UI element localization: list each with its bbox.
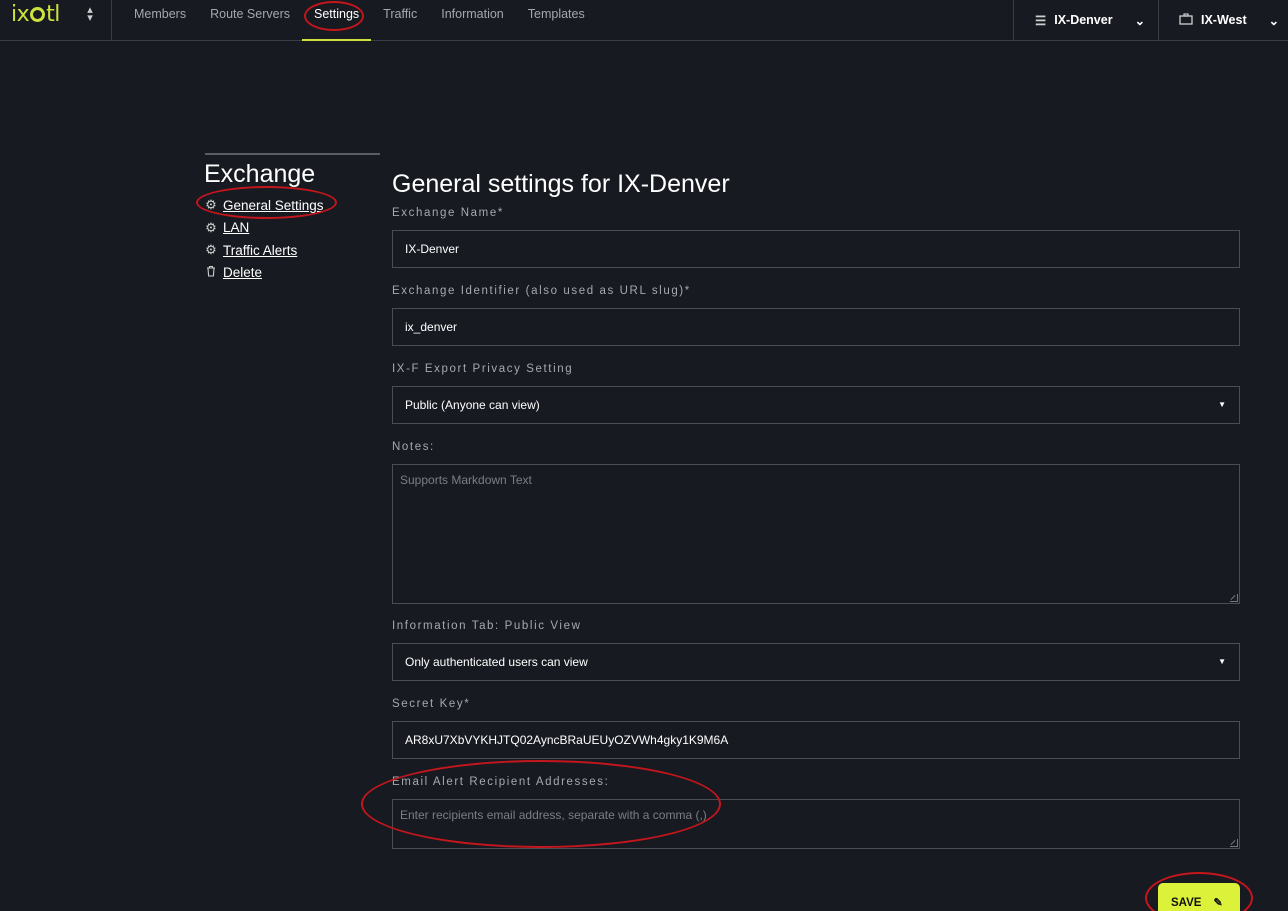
org-selector-label: IX-West [1201, 13, 1247, 27]
email-alert-placeholder: Enter recipients email address, separate… [400, 808, 707, 822]
info-tab-label: Information Tab: Public View [392, 620, 582, 632]
tab-traffic[interactable]: Traffic [371, 0, 429, 40]
sidebar-item-label[interactable]: General Settings [223, 198, 324, 213]
secret-key-label: Secret Key* [392, 698, 471, 710]
notes-textarea[interactable]: Supports Markdown Text [392, 464, 1240, 604]
sidebar-title: Exchange [204, 160, 316, 188]
save-button-label: SAVE [1171, 897, 1202, 909]
logo-text-end: tl [46, 2, 60, 27]
sidebar-item-general-settings[interactable]: ⚙ General Settings [204, 194, 324, 217]
exchange-identifier-label: Exchange Identifier (also used as URL sl… [392, 285, 691, 297]
sidebar-item-delete[interactable]: Delete [204, 262, 324, 285]
logo-ring-icon [30, 7, 46, 22]
ixf-privacy-label: IX-F Export Privacy Setting [392, 363, 574, 375]
page-title: General settings for IX-Denver [392, 170, 730, 198]
tab-information[interactable]: Information [429, 0, 516, 40]
resize-handle-icon[interactable] [1230, 839, 1238, 847]
briefcase-icon [1179, 12, 1193, 28]
exchange-name-input[interactable]: IX-Denver [392, 230, 1240, 268]
tab-templates[interactable]: Templates [516, 0, 597, 40]
gear-icon: ⚙ [205, 197, 217, 213]
ixf-privacy-select[interactable]: Public (Anyone can view) ▼ [392, 386, 1240, 424]
nav-divider [1158, 0, 1159, 40]
list-icon: ☰ [1035, 13, 1047, 28]
nav-divider [1013, 0, 1014, 40]
info-tab-select[interactable]: Only authenticated users can view ▼ [392, 643, 1240, 681]
exchange-selector-label: IX-Denver [1054, 13, 1113, 27]
sidebar-item-traffic-alerts[interactable]: ⚙ Traffic Alerts [204, 239, 324, 262]
exchange-identifier-input[interactable]: ix_denver [392, 308, 1240, 346]
tab-members[interactable]: Members [122, 0, 198, 40]
sidebar-item-label[interactable]: Delete [223, 265, 262, 280]
trash-icon [204, 265, 218, 280]
info-tab-value: Only authenticated users can view [405, 655, 588, 669]
email-alert-textarea[interactable]: Enter recipients email address, separate… [392, 799, 1240, 849]
sidebar-item-lan[interactable]: ⚙ LAN [204, 217, 324, 240]
nav-divider [111, 0, 112, 40]
app-switcher-icon[interactable]: ▴ ▾ [82, 5, 98, 24]
gear-icon: ⚙ [205, 242, 217, 258]
tab-route-servers[interactable]: Route Servers [198, 0, 302, 40]
logo-text-start: ix [11, 2, 30, 27]
sidebar-menu: ⚙ General Settings ⚙ LAN ⚙ Traffic Alert… [204, 194, 324, 285]
email-alert-label: Email Alert Recipient Addresses: [392, 776, 610, 788]
caret-down-icon: ▼ [1218, 400, 1226, 409]
pencil-icon: ✎ [1213, 897, 1223, 909]
org-selector[interactable]: IX-West ⌄ [1179, 0, 1279, 40]
chevron-down-icon: ⌄ [1134, 13, 1146, 28]
sidebar-item-label[interactable]: LAN [223, 220, 249, 235]
main-nav: Members Route Servers Settings Traffic I… [122, 0, 597, 41]
sidebar-divider [205, 153, 380, 155]
resize-handle-icon[interactable] [1230, 594, 1238, 602]
ixctl-logo[interactable]: ix tl [11, 2, 60, 30]
tab-settings[interactable]: Settings [302, 0, 372, 41]
secret-key-input[interactable]: AR8xU7XbVYKHJTQ02AyncBRaUEUyOZVWh4gky1K9… [392, 721, 1240, 759]
exchange-name-label: Exchange Name* [392, 207, 504, 219]
gear-icon: ⚙ [205, 219, 217, 235]
top-navbar: ix tl ▴ ▾ Members Route Servers Settings T… [0, 0, 1288, 41]
caret-down-icon: ▼ [1218, 657, 1226, 666]
save-button[interactable]: SAVE ✎ [1158, 883, 1240, 911]
exchange-selector[interactable]: ☰ IX-Denver ⌄ [1035, 0, 1145, 40]
chevron-down-icon: ⌄ [1268, 13, 1280, 28]
sidebar-item-label[interactable]: Traffic Alerts [223, 243, 297, 258]
notes-placeholder: Supports Markdown Text [400, 473, 532, 487]
notes-label: Notes: [392, 441, 435, 453]
ixf-privacy-value: Public (Anyone can view) [405, 398, 540, 412]
